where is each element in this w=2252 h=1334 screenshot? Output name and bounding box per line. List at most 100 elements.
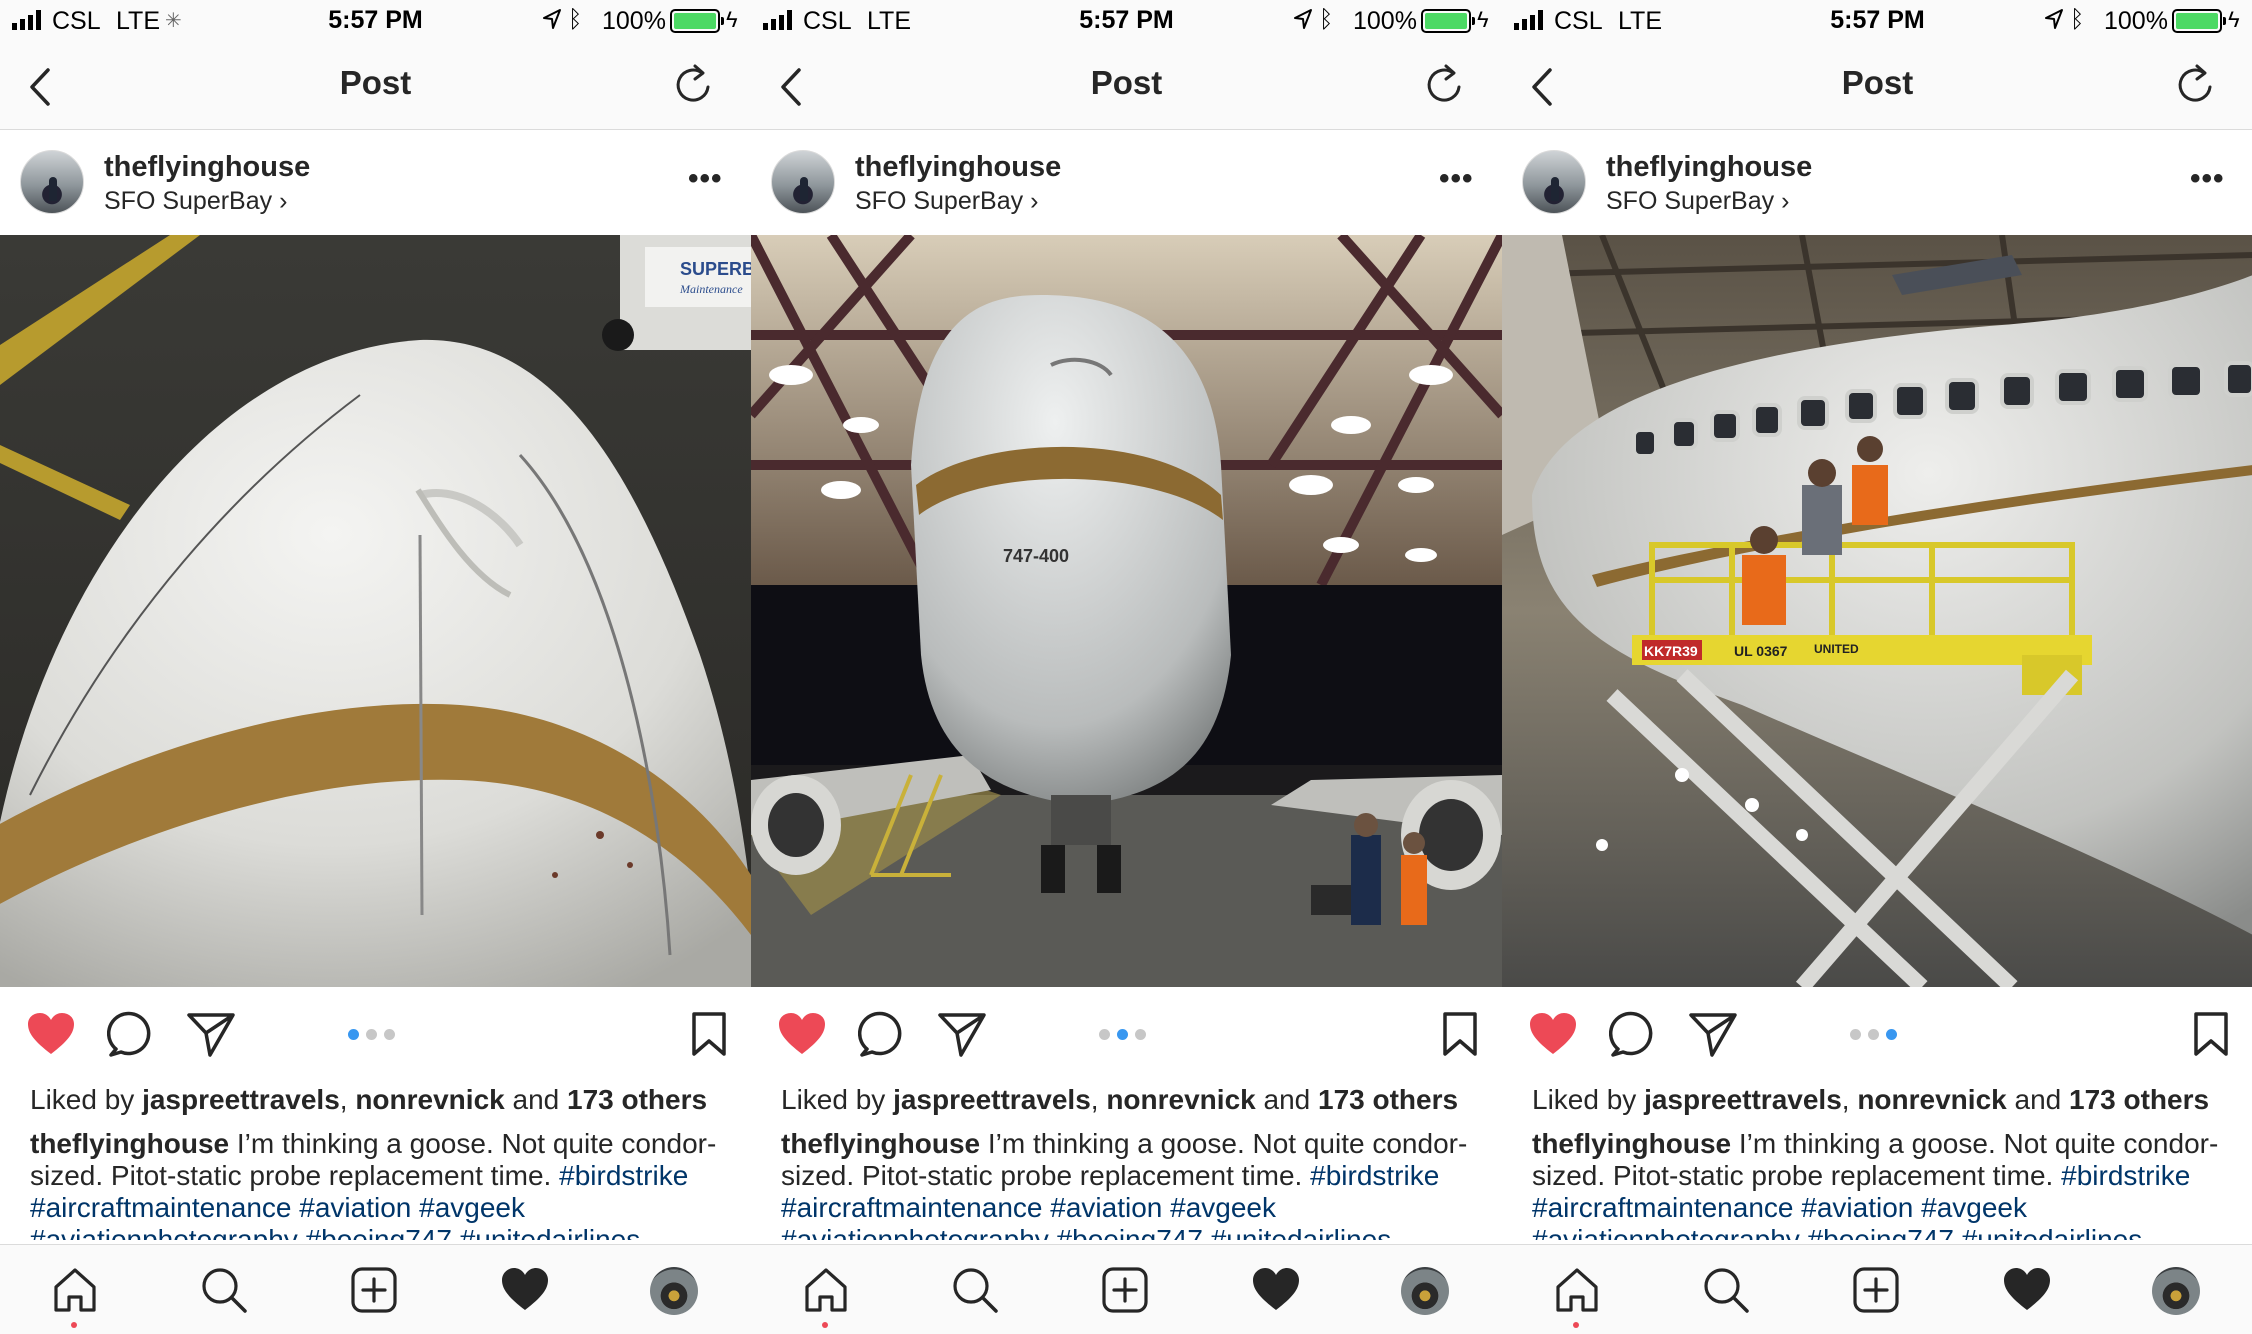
post-username[interactable]: theflyinghouse bbox=[1606, 151, 1812, 184]
comment-icon[interactable] bbox=[858, 1011, 908, 1057]
likes-separator: , bbox=[1841, 1084, 1850, 1115]
add-icon[interactable] bbox=[349, 1265, 399, 1315]
liker-1[interactable]: jaspreettravels bbox=[142, 1084, 340, 1115]
caption-username[interactable]: theflyinghouse bbox=[1532, 1128, 1731, 1159]
bookmark-icon[interactable] bbox=[1435, 1011, 1485, 1057]
post-photo[interactable]: SUPERBA Maintenance bbox=[0, 235, 751, 987]
likes-line: Liked by jaspreettravels, nonrevnick and… bbox=[1532, 1084, 2247, 1116]
liker-1[interactable]: jaspreettravels bbox=[1644, 1084, 1842, 1115]
liker-1[interactable]: jaspreettravels bbox=[893, 1084, 1091, 1115]
profile-avatar[interactable] bbox=[2152, 1267, 2200, 1315]
heart-filled-icon[interactable] bbox=[777, 1011, 827, 1057]
home-icon[interactable] bbox=[50, 1265, 100, 1315]
refresh-icon[interactable] bbox=[2174, 61, 2218, 109]
liker-2[interactable]: nonrevnick bbox=[355, 1084, 504, 1115]
avatar[interactable] bbox=[20, 150, 84, 214]
post-actions bbox=[0, 987, 751, 1077]
refresh-icon[interactable] bbox=[1423, 61, 1467, 109]
lift-code: KK7R39 bbox=[1644, 643, 1698, 659]
location-arrow-icon bbox=[1294, 9, 1312, 29]
home-notification-dot bbox=[71, 1322, 77, 1328]
screen-panel-3: CSL LTE 5:57 PM ᛒ 100% ϟ Post theflyingh… bbox=[1502, 0, 2252, 1334]
lift-id: UL 0367 bbox=[1734, 643, 1788, 659]
heart-icon[interactable] bbox=[2002, 1265, 2052, 1315]
nose-label: 747-400 bbox=[1003, 546, 1069, 566]
carousel-dot bbox=[348, 1029, 359, 1040]
add-icon[interactable] bbox=[1851, 1265, 1901, 1315]
likes-and: and bbox=[2014, 1084, 2062, 1115]
post-photo[interactable]: 747-400 bbox=[751, 235, 1502, 987]
share-icon[interactable] bbox=[1688, 1011, 1738, 1057]
lift-brand: UNITED bbox=[1814, 642, 1859, 656]
chevron-right-icon: › bbox=[279, 187, 288, 215]
search-icon[interactable] bbox=[1701, 1265, 1751, 1315]
post-location[interactable]: SFO SuperBay › bbox=[1606, 187, 1789, 216]
likes-line: Liked by jaspreettravels, nonrevnick and… bbox=[30, 1084, 745, 1116]
post-username[interactable]: theflyinghouse bbox=[855, 151, 1061, 184]
post-location[interactable]: SFO SuperBay › bbox=[104, 187, 287, 216]
refresh-icon[interactable] bbox=[672, 61, 716, 109]
nav-bar: Post bbox=[0, 44, 751, 130]
location-label: SFO SuperBay bbox=[104, 187, 273, 215]
chevron-right-icon: › bbox=[1030, 187, 1039, 215]
page-title: Post bbox=[1090, 64, 1163, 101]
chevron-right-icon: › bbox=[1781, 187, 1790, 215]
likes-prefix: Liked by bbox=[781, 1084, 886, 1115]
bluetooth-icon: ᛒ bbox=[2070, 6, 2085, 33]
add-icon[interactable] bbox=[1100, 1265, 1150, 1315]
heart-icon[interactable] bbox=[1251, 1265, 1301, 1315]
bookmark-icon[interactable] bbox=[684, 1011, 734, 1057]
home-icon[interactable] bbox=[1552, 1265, 1602, 1315]
share-icon[interactable] bbox=[186, 1011, 236, 1057]
bookmark-icon[interactable] bbox=[2186, 1011, 2236, 1057]
post-photo[interactable]: KK7R39 UL 0367 UNITED bbox=[1502, 235, 2252, 987]
charging-bolt-icon: ϟ bbox=[726, 7, 738, 32]
carousel-dots bbox=[1850, 1029, 1897, 1040]
post-location[interactable]: SFO SuperBay › bbox=[855, 187, 1038, 216]
comment-icon[interactable] bbox=[1609, 1011, 1659, 1057]
page-title: Post bbox=[339, 64, 412, 101]
comment-icon[interactable] bbox=[107, 1011, 157, 1057]
home-icon[interactable] bbox=[801, 1265, 851, 1315]
heart-icon[interactable] bbox=[500, 1265, 550, 1315]
caption-username[interactable]: theflyinghouse bbox=[781, 1128, 980, 1159]
tab-bar bbox=[751, 1244, 1502, 1334]
share-icon[interactable] bbox=[937, 1011, 987, 1057]
heart-filled-icon[interactable] bbox=[26, 1011, 76, 1057]
home-notification-dot bbox=[822, 1322, 828, 1328]
nav-bar: Post bbox=[1502, 44, 2252, 130]
likes-line: Liked by jaspreettravels, nonrevnick and… bbox=[781, 1084, 1496, 1116]
search-icon[interactable] bbox=[950, 1265, 1000, 1315]
likes-others[interactable]: 173 others bbox=[1318, 1084, 1458, 1115]
liker-2[interactable]: nonrevnick bbox=[1857, 1084, 2006, 1115]
caption-username[interactable]: theflyinghouse bbox=[30, 1128, 229, 1159]
more-options-icon[interactable]: ••• bbox=[2190, 164, 2224, 197]
avatar[interactable] bbox=[1522, 150, 1586, 214]
location-label: SFO SuperBay bbox=[855, 187, 1024, 215]
likes-others[interactable]: 173 others bbox=[2069, 1084, 2209, 1115]
battery-percent: 100% bbox=[1353, 7, 1417, 35]
cart-sublabel: Maintenance bbox=[679, 282, 743, 296]
carousel-dot bbox=[1850, 1029, 1861, 1040]
avatar[interactable] bbox=[771, 150, 835, 214]
tab-bar bbox=[0, 1244, 751, 1334]
search-icon[interactable] bbox=[199, 1265, 249, 1315]
post-actions bbox=[751, 987, 1502, 1077]
more-options-icon[interactable]: ••• bbox=[1439, 164, 1473, 197]
profile-avatar[interactable] bbox=[1401, 1267, 1449, 1315]
likes-others[interactable]: 173 others bbox=[567, 1084, 707, 1115]
carousel-dot bbox=[366, 1029, 377, 1040]
bluetooth-icon: ᛒ bbox=[1319, 6, 1334, 33]
post-header: theflyinghouse SFO SuperBay › ••• bbox=[1502, 131, 2252, 235]
battery-icon bbox=[2172, 9, 2226, 33]
tab-bar bbox=[1502, 1244, 2252, 1334]
post-username[interactable]: theflyinghouse bbox=[104, 151, 310, 184]
heart-filled-icon[interactable] bbox=[1528, 1011, 1578, 1057]
profile-avatar[interactable] bbox=[650, 1267, 698, 1315]
post-caption: theflyinghouse I’m thinking a goose. Not… bbox=[781, 1128, 1481, 1240]
more-options-icon[interactable]: ••• bbox=[688, 164, 722, 197]
location-label: SFO SuperBay bbox=[1606, 187, 1775, 215]
screen-panel-1: CSL LTE ✳ 5:57 PM ᛒ 100% ϟ Post theflyin… bbox=[0, 0, 751, 1334]
liker-2[interactable]: nonrevnick bbox=[1106, 1084, 1255, 1115]
carousel-dot bbox=[1117, 1029, 1128, 1040]
